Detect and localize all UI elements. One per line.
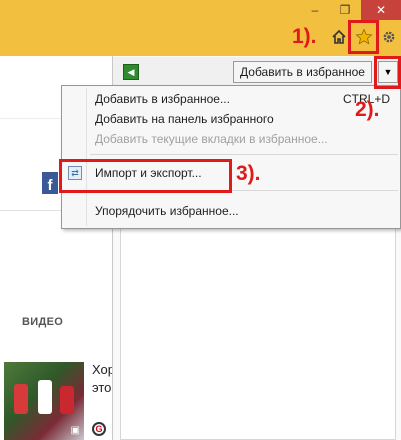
camera-icon: ▣ <box>70 425 80 436</box>
video-heading: ВИДЕО <box>22 316 64 328</box>
favorites-dropdown-menu: Добавить в избранное... CTRL+D Добавить … <box>61 85 401 229</box>
annotation-label-step3: 3). <box>236 162 261 185</box>
restore-button[interactable]: ❐ <box>330 0 360 20</box>
annotation-label-step2: 2). <box>355 98 380 121</box>
back-arrow-icon[interactable]: ◀ <box>123 64 139 80</box>
news-source-icon: G <box>92 422 106 436</box>
menu-gutter <box>86 88 87 226</box>
annotation-box-step2 <box>374 56 401 89</box>
gear-icon[interactable] <box>380 28 398 46</box>
add-to-favorites-button[interactable]: Добавить в избранное <box>233 61 372 83</box>
favorites-list[interactable] <box>120 218 396 440</box>
minimize-button[interactable]: – <box>300 0 330 20</box>
facebook-icon[interactable]: f <box>42 172 58 194</box>
close-button[interactable]: ✕ <box>361 0 401 20</box>
annotation-label-step1: 1). <box>292 25 317 48</box>
menu-item-add-to-favorites-bar[interactable]: Добавить на панель избранного <box>95 110 274 128</box>
menu-item-add-current-tabs: Добавить текущие вкладки в избранное... <box>95 132 328 146</box>
annotation-box-step1 <box>348 20 379 54</box>
menu-separator <box>90 154 398 155</box>
divider <box>0 118 66 119</box>
video-thumbnail[interactable]: ▣ <box>4 362 84 440</box>
home-icon[interactable] <box>330 28 348 46</box>
menu-item-organize-favorites[interactable]: Упорядочить избранное... <box>95 202 239 220</box>
menu-item-add-to-favorites[interactable]: Добавить в избранное... <box>95 90 230 108</box>
annotation-box-step3 <box>59 159 232 193</box>
